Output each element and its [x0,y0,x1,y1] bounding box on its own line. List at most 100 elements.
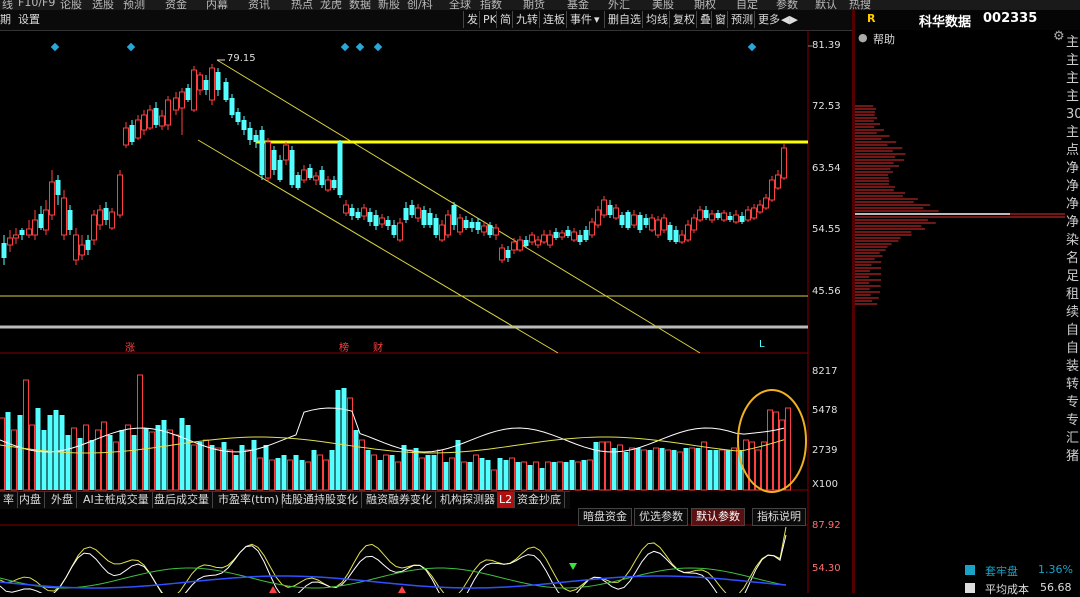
side-entry[interactable]: 名 [1066,250,1080,268]
side-entry[interactable]: 净 [1066,196,1080,214]
tool-window[interactable]: 窗 [711,11,726,28]
tab-outer[interactable]: 外盘 [48,492,77,508]
menu-item[interactable]: 资讯 [248,0,270,10]
side-entry[interactable]: 净 [1066,178,1080,196]
tab-indicator-help[interactable]: 指标说明 [752,508,806,526]
side-entry[interactable]: 租 [1066,286,1080,304]
help-label[interactable]: 帮助 [873,31,895,47]
tab-pe[interactable]: 市盈率(ttm) [215,492,283,508]
gear-icon[interactable]: ⚙ [1053,29,1065,44]
menu-item[interactable]: 论股 [60,0,82,10]
tool-ma[interactable]: 均线 [642,11,668,28]
play-icon[interactable]: ◀▶ [781,11,798,28]
tool-predict[interactable]: 预测 [727,11,753,28]
menu-item[interactable]: 资金 [165,0,187,10]
side-entry[interactable]: 专 [1066,394,1080,412]
tab-ai-volume[interactable]: AI主桩成交量 [80,492,153,508]
side-entry[interactable]: 染 [1066,232,1080,250]
menu-item[interactable]: 创/科 [407,0,433,10]
candle-body [173,97,179,111]
menu-item[interactable]: 指数 [480,0,502,10]
side-entry[interactable]: 主 [1066,70,1080,88]
legend-square [965,583,975,593]
tab-bottom-fund[interactable]: 资金抄底 [514,492,565,508]
tool-more[interactable]: 更多 [754,11,780,28]
tab-margin[interactable]: 融资融券变化 [363,492,436,508]
tool-pk[interactable]: PK [479,11,497,28]
side-entry[interactable]: 主 [1066,34,1080,52]
menu-item[interactable]: 内幕 [206,0,228,10]
volume-bar [317,454,323,491]
period-button[interactable]: 期 [0,11,11,28]
volume-bar [71,427,77,491]
side-entry[interactable]: 续 [1066,304,1080,322]
l-marker[interactable]: L [759,339,765,350]
side-entry[interactable]: 净 [1066,214,1080,232]
tab-hk-connect[interactable]: 陆股通持股变化 [278,492,362,508]
tool-lianban[interactable]: 连板 [539,11,565,28]
tab-after-volume[interactable]: 盘后成交量 [151,492,213,508]
tool-jiuzhuan[interactable]: 九转 [512,11,538,28]
tool-shijian[interactable]: 事件 [566,11,592,28]
menu-item[interactable]: 全球 [449,0,471,10]
menu-item[interactable]: 期货 [523,0,545,10]
price-tick: 63.54 [812,163,841,174]
tool-remove-fav[interactable]: 删自选 [604,11,641,28]
menu-item[interactable]: 热点 [291,0,313,10]
side-entry[interactable]: 主 [1066,52,1080,70]
side-entry[interactable]: 自 [1066,322,1080,340]
settings-button[interactable]: 设置 [18,11,40,28]
tab-best-param[interactable]: 优选参数 [634,508,688,526]
tool-fuquan[interactable]: 复权 [669,11,695,28]
side-entry[interactable]: 转 [1066,376,1080,394]
side-entry[interactable]: 主 [1066,124,1080,142]
side-entry[interactable]: 30 [1066,106,1080,124]
menu-item[interactable]: 龙虎 [320,0,342,10]
help-icon[interactable]: ● [858,31,868,44]
volume-bar [407,449,413,491]
bang-marker[interactable]: 榜 [339,339,349,354]
menu-item[interactable]: 预测 [123,0,145,10]
menu-item[interactable]: 选股 [92,0,114,10]
side-entry[interactable]: 主 [1066,88,1080,106]
tool-jian[interactable]: 简 [496,11,511,28]
tab-dark-fund[interactable]: 暗盘资金 [578,508,632,526]
menu-item[interactable]: 自定 [736,0,758,10]
side-entry[interactable]: 汇 [1066,430,1080,448]
candle-body [553,232,559,238]
tab-inner[interactable]: 内盘 [16,492,45,508]
menu-item[interactable]: 数据 [349,0,371,10]
zhang-marker[interactable]: 涨 [125,339,135,354]
side-entry[interactable]: 足 [1066,268,1080,286]
cai-marker[interactable]: 财 [373,339,383,354]
volume-bar [137,374,143,491]
side-entry[interactable]: 猪 [1066,448,1080,466]
side-entry[interactable]: 装 [1066,358,1080,376]
side-entry[interactable]: 净 [1066,160,1080,178]
tool-fa[interactable]: 发 [463,11,478,28]
side-entry[interactable]: 自 [1066,340,1080,358]
menu-item[interactable]: F10/F9 [18,0,55,9]
signal-arrow [398,586,406,593]
menu-item[interactable]: 期权 [694,0,716,10]
volume-bar [83,424,89,491]
chevron-down-icon[interactable]: ▾ [594,11,600,28]
menu-item[interactable]: 默认 [815,0,837,10]
tool-overlay[interactable]: 叠 [696,11,711,28]
tab-institution[interactable]: 机构探测器 [437,492,499,508]
volume-bar [467,462,473,490]
menu-item[interactable]: 参数 [776,0,798,10]
l2-badge[interactable]: L2 [497,492,516,508]
menu-item[interactable]: 热搜 [849,0,871,10]
side-entry[interactable]: 专 [1066,412,1080,430]
menu-item[interactable]: 基金 [567,0,589,10]
candle-body [223,82,229,100]
menu-item[interactable]: 线 [2,0,13,10]
candle-body [601,199,607,216]
menu-item[interactable]: 美股 [652,0,674,10]
candle-body [673,230,679,242]
menu-item[interactable]: 新股 [378,0,400,10]
menu-item[interactable]: 外汇 [608,0,630,10]
tab-default-param[interactable]: 默认参数 [691,508,745,526]
side-entry[interactable]: 点 [1066,142,1080,160]
